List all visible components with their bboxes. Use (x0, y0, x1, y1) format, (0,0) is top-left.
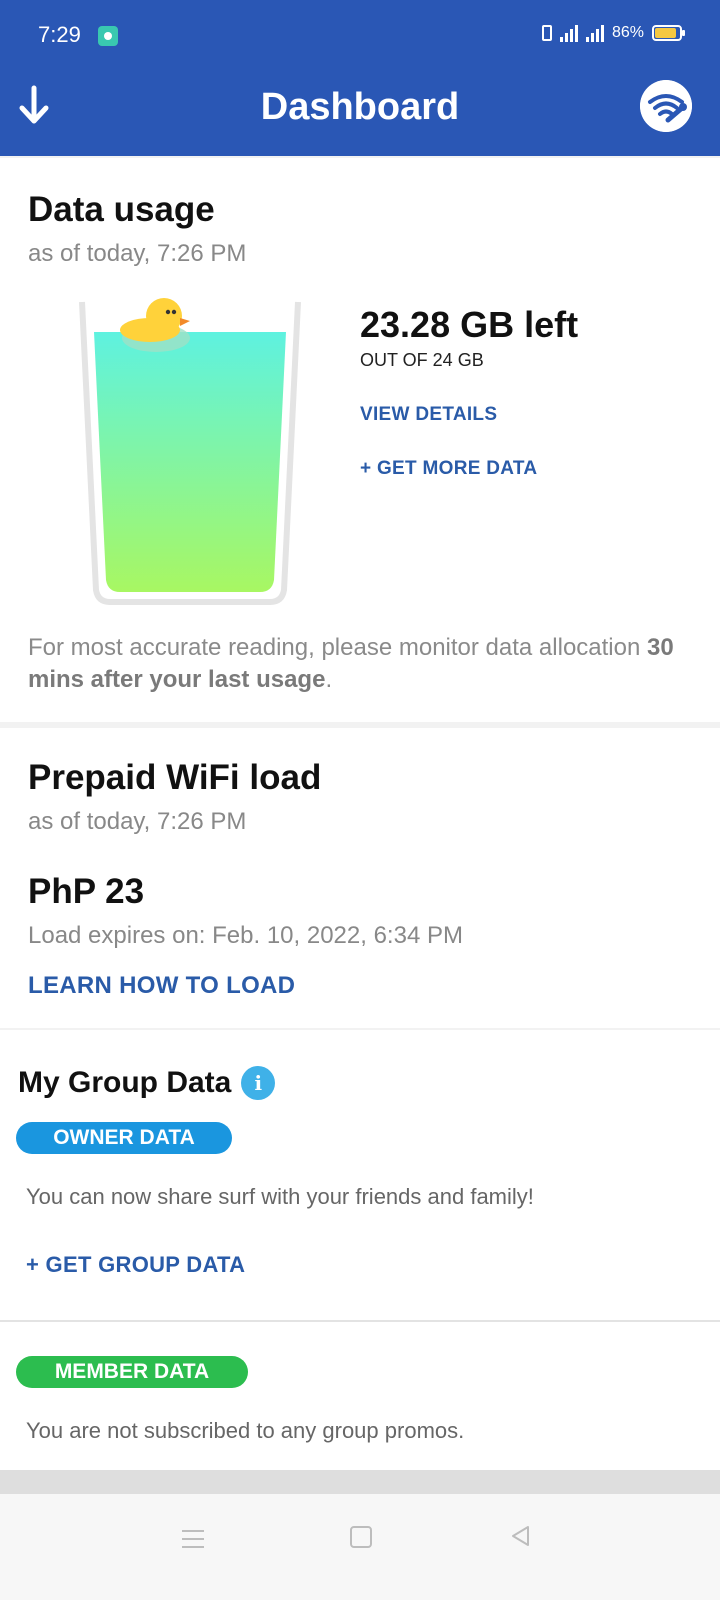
data-usage-card: Data usage as of today, 7:26 PM 23.28 GB… (0, 158, 720, 722)
learn-how-to-load-link[interactable]: LEARN HOW TO LOAD (28, 972, 295, 1000)
get-more-data-link[interactable]: + GET MORE DATA (360, 458, 537, 480)
app-bar: Dashboard (0, 70, 720, 156)
accuracy-note: For most accurate reading, please monito… (28, 634, 674, 693)
status-bar: 7:29 86% (0, 0, 720, 70)
nav-home-icon[interactable] (350, 1526, 372, 1548)
system-nav-bar (0, 1494, 720, 1600)
info-icon[interactable]: i (241, 1066, 276, 1100)
wifi-load-card: Prepaid WiFi load as of today, 7:26 PM P… (0, 728, 720, 1028)
battery-icon (652, 25, 685, 41)
data-usage-title: Data usage (28, 190, 215, 229)
owner-data-badge: OWNER DATA (16, 1122, 232, 1154)
data-glass-gauge (79, 298, 301, 605)
member-data-text: You are not subscribed to any group prom… (26, 1418, 465, 1443)
wifi-load-timestamp: as of today, 7:26 PM (28, 808, 247, 835)
vibrate-icon (541, 25, 552, 41)
nav-back-icon[interactable] (508, 1524, 532, 1548)
divider (0, 1320, 720, 1322)
load-expiry: Load expires on: Feb. 10, 2022, 6:34 PM (28, 922, 463, 949)
data-remaining: 23.28 GB left (360, 304, 579, 345)
group-data-title: My Group Data i (18, 1066, 276, 1100)
status-indicators: 86% (541, 24, 685, 42)
data-usage-timestamp: as of today, 7:26 PM (28, 240, 247, 267)
wifi-wrench-icon[interactable] (640, 80, 692, 132)
get-group-data-link[interactable]: + GET GROUP DATA (26, 1252, 245, 1278)
group-data-heading: My Group Data (18, 1066, 232, 1099)
signal-icon (559, 24, 578, 42)
app-notification-icon (98, 26, 118, 46)
status-time: 7:29 (38, 22, 81, 47)
group-data-card: My Group Data i OWNER DATA You can now s… (0, 1030, 720, 1470)
page-title: Dashboard (260, 86, 460, 128)
member-data-badge: MEMBER DATA (16, 1356, 248, 1388)
signal-icon-2 (585, 24, 604, 42)
load-balance: PhP 23 (28, 872, 145, 911)
data-total: OUT OF 24 GB (360, 350, 484, 370)
battery-percent: 86% (611, 24, 644, 41)
nav-menu-icon[interactable] (182, 1530, 204, 1548)
view-details-link[interactable]: VIEW DETAILS (360, 404, 497, 426)
scroll-bottom-strip (0, 1470, 720, 1494)
owner-data-text: You can now share surf with your friends… (26, 1184, 534, 1209)
wifi-load-title: Prepaid WiFi load (28, 758, 322, 797)
